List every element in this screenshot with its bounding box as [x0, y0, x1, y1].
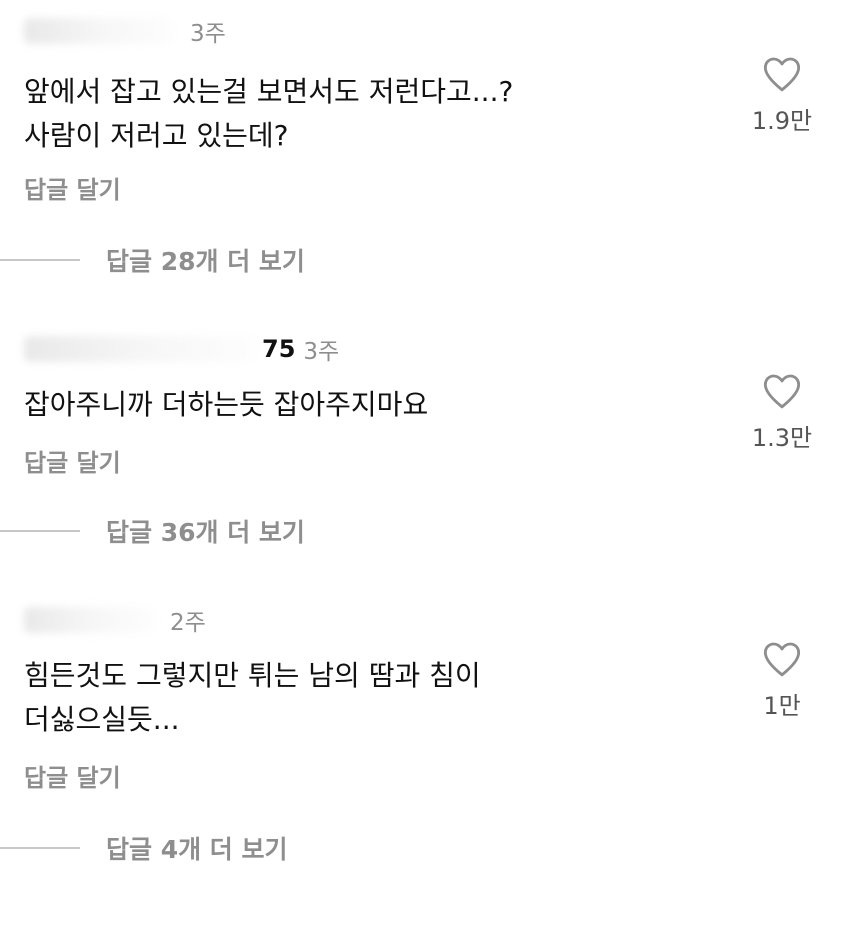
- divider-line: [0, 530, 80, 532]
- view-replies-button[interactable]: 답글 28개 더 보기: [0, 240, 305, 280]
- heart-outline-icon[interactable]: [762, 55, 802, 93]
- like-column: 1.3만: [740, 372, 824, 453]
- comment-3: 2주 힘든것도 그렇지만 튀는 남의 땀과 침이 더싫으실듯... 답글 달기 …: [0, 590, 854, 890]
- username-redacted[interactable]: [24, 607, 154, 633]
- comment-meta: 2주: [24, 603, 206, 637]
- like-column: 1만: [740, 640, 824, 721]
- like-count: 1.3만: [751, 424, 813, 452]
- comment-meta: 75 3주: [24, 332, 339, 366]
- view-replies-button[interactable]: 답글 36개 더 보기: [0, 511, 305, 551]
- timestamp: 3주: [190, 21, 226, 47]
- timestamp: 2주: [170, 610, 206, 636]
- comment-meta: 3주: [24, 14, 226, 48]
- divider-line: [0, 259, 80, 261]
- divider-line: [0, 847, 80, 849]
- comment-text: 힘든것도 그렇지만 튀는 남의 땀과 침이 더싫으실듯...: [24, 659, 481, 736]
- view-replies-button[interactable]: 답글 4개 더 보기: [0, 828, 288, 868]
- comment-text: 잡아주니까 더하는듯 잡아주지마요: [24, 388, 429, 421]
- like-count: 1.9만: [751, 107, 813, 135]
- heart-outline-icon[interactable]: [762, 372, 802, 410]
- view-replies-label: 답글 28개 더 보기: [106, 247, 305, 276]
- view-replies-label: 답글 36개 더 보기: [106, 518, 305, 547]
- reply-button[interactable]: 답글 달기: [24, 170, 121, 205]
- username-redacted[interactable]: [24, 336, 254, 362]
- comment-text: 앞에서 잡고 있는걸 보면서도 저런다고...? 사람이 저러고 있는데?: [24, 75, 514, 152]
- view-replies-label: 답글 4개 더 보기: [106, 835, 288, 864]
- heart-outline-icon[interactable]: [762, 640, 802, 678]
- comment-2: 75 3주 잡아주니까 더하는듯 잡아주지마요 답글 달기 1.3만 답글 36…: [0, 300, 854, 590]
- username[interactable]: 75: [262, 335, 295, 363]
- reply-button[interactable]: 답글 달기: [24, 758, 121, 793]
- comment-1: 3주 앞에서 잡고 있는걸 보면서도 저런다고...? 사람이 저러고 있는데?…: [0, 0, 854, 300]
- username-redacted[interactable]: [24, 18, 174, 44]
- like-count: 1만: [763, 692, 801, 720]
- reply-button[interactable]: 답글 달기: [24, 443, 121, 478]
- like-column: 1.9만: [740, 55, 824, 136]
- timestamp: 3주: [303, 339, 340, 365]
